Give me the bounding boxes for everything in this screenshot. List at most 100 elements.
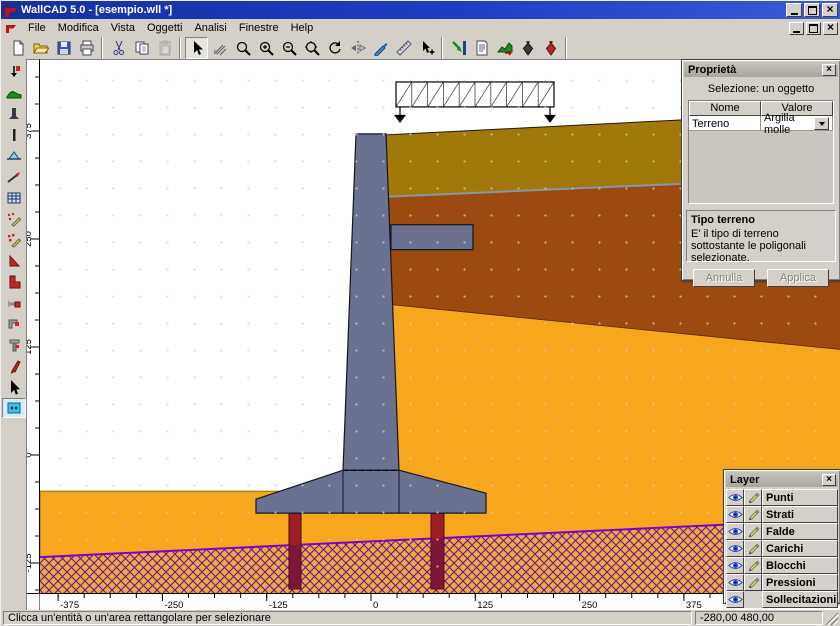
title-bar: WallCAD 5.0 - [esempio.wll *] × [1, 1, 840, 19]
pan-button[interactable] [208, 37, 231, 59]
pick-style-button[interactable] [369, 37, 392, 59]
pile-tool-tool[interactable] [2, 335, 26, 355]
slope-tool[interactable] [2, 167, 26, 187]
svg-text:0: 0 [27, 452, 34, 457]
layer-label[interactable]: Punti [762, 489, 838, 506]
layer-edit-pencil-icon[interactable] [744, 489, 762, 506]
close-button[interactable]: × [822, 3, 838, 17]
layer-visibility-eye-icon[interactable] [726, 574, 744, 591]
layer-label[interactable]: Strati [762, 506, 838, 523]
pen-tool[interactable] [2, 356, 26, 376]
export-graph-button[interactable] [493, 37, 516, 59]
anchor-tool[interactable] [2, 293, 26, 313]
svg-text:250: 250 [27, 231, 34, 247]
tool-palette [1, 59, 27, 610]
property-description: Tipo terreno E' il tipo di terreno sotto… [686, 210, 836, 262]
layer-visibility-eye-icon[interactable] [726, 506, 744, 523]
pile-right[interactable] [431, 513, 444, 589]
copy-button[interactable] [130, 37, 153, 59]
brace-tool[interactable] [2, 314, 26, 334]
close-icon[interactable]: × [822, 64, 836, 76]
soil-wedge-tool[interactable] [2, 251, 26, 271]
distributed-load[interactable] [40, 60, 556, 123]
select-button[interactable] [185, 37, 208, 59]
edit-points-tool[interactable] [2, 209, 26, 229]
property-name[interactable]: Terreno [689, 116, 761, 131]
chevron-down-icon[interactable] [814, 117, 829, 130]
zoom-extents-button[interactable] [300, 37, 323, 59]
layer-edit-pencil-icon[interactable] [744, 557, 762, 574]
cancel-button[interactable]: Annulla [693, 269, 755, 287]
layer-panel-titlebar[interactable]: Layer × [726, 472, 838, 487]
layer-label[interactable]: Falde [762, 523, 838, 540]
menu-oggetti[interactable]: Oggetti [141, 20, 188, 36]
layer-visibility-eye-icon[interactable] [726, 557, 744, 574]
paste-button[interactable] [153, 37, 176, 59]
layer-edit-pencil-icon[interactable] [744, 540, 762, 557]
verify-dark-button[interactable] [516, 37, 539, 59]
restore-button[interactable] [804, 3, 820, 17]
cut-button[interactable] [107, 37, 130, 59]
print-button[interactable] [75, 37, 98, 59]
layer-edit-pencil-icon[interactable] [744, 574, 762, 591]
property-value-dropdown[interactable]: Argilla molle [761, 116, 833, 131]
layer-visibility-eye-icon[interactable] [726, 591, 744, 608]
close-icon[interactable]: × [822, 474, 836, 486]
stem-tool[interactable] [2, 125, 26, 145]
grid-table-tool[interactable] [2, 188, 26, 208]
layer-label[interactable]: Carichi [762, 540, 838, 557]
mirror-button[interactable] [346, 37, 369, 59]
layer-row: Punti [726, 489, 838, 506]
menu-modifica[interactable]: Modifica [52, 20, 105, 36]
wall-tool[interactable] [2, 104, 26, 124]
restore-button[interactable] [806, 22, 821, 35]
apply-button[interactable]: Applica [767, 269, 829, 287]
block-tool[interactable] [2, 272, 26, 292]
pile-left[interactable] [289, 513, 301, 589]
insert-point-tool[interactable] [2, 62, 26, 82]
edit-nodes-tool[interactable] [2, 230, 26, 250]
terrain-tool[interactable] [2, 83, 26, 103]
window-controls: × [786, 3, 838, 17]
run-analysis-button[interactable] [447, 37, 470, 59]
layer-label[interactable]: Sollecitazioni [762, 591, 838, 608]
layer-visibility-eye-icon[interactable] [726, 489, 744, 506]
minimize-button[interactable] [789, 22, 804, 35]
zoom-in-button[interactable] [254, 37, 277, 59]
measure-button[interactable] [392, 37, 415, 59]
minimize-button[interactable] [786, 3, 802, 17]
close-button[interactable]: × [823, 22, 838, 35]
water-table-tool[interactable] [2, 146, 26, 166]
report-button[interactable] [470, 37, 493, 59]
menu-file[interactable]: File [22, 20, 52, 36]
zoom-out-button[interactable] [277, 37, 300, 59]
svg-text:375: 375 [27, 123, 34, 139]
select-add-button[interactable] [415, 37, 438, 59]
layer-visibility-eye-icon[interactable] [726, 540, 744, 557]
layer-edit-pencil-icon[interactable] [744, 506, 762, 523]
properties-panel-title: Proprietà [688, 64, 822, 76]
menu-finestre[interactable]: Finestre [233, 20, 285, 36]
layer-visibility-eye-icon[interactable] [726, 523, 744, 540]
wall-counterfort[interactable] [391, 225, 473, 250]
menu-help[interactable]: Help [285, 20, 320, 36]
properties-panel-titlebar[interactable]: Proprietà × [684, 62, 838, 77]
resize-grip[interactable] [826, 611, 838, 625]
rotate-view-button[interactable] [323, 37, 346, 59]
vertical-ruler: 3752501250-125 [27, 59, 40, 593]
layer-label[interactable]: Blocchi [762, 557, 838, 574]
properties-panel: Proprietà × Selezione: un oggetto Nome V… [681, 59, 840, 281]
selection-mode-tool[interactable] [2, 398, 26, 418]
document-icon [5, 22, 18, 34]
layer-label[interactable]: Pressioni [762, 574, 838, 591]
new-file-button[interactable] [6, 37, 29, 59]
layer-row: Strati [726, 506, 838, 523]
menu-vista[interactable]: Vista [105, 20, 141, 36]
menu-analisi[interactable]: Analisi [188, 20, 232, 36]
pointer-tool[interactable] [2, 377, 26, 397]
save-file-button[interactable] [52, 37, 75, 59]
open-file-button[interactable] [29, 37, 52, 59]
verify-red-button[interactable] [539, 37, 562, 59]
zoom-window-button[interactable] [231, 37, 254, 59]
layer-edit-pencil-icon[interactable] [744, 523, 762, 540]
